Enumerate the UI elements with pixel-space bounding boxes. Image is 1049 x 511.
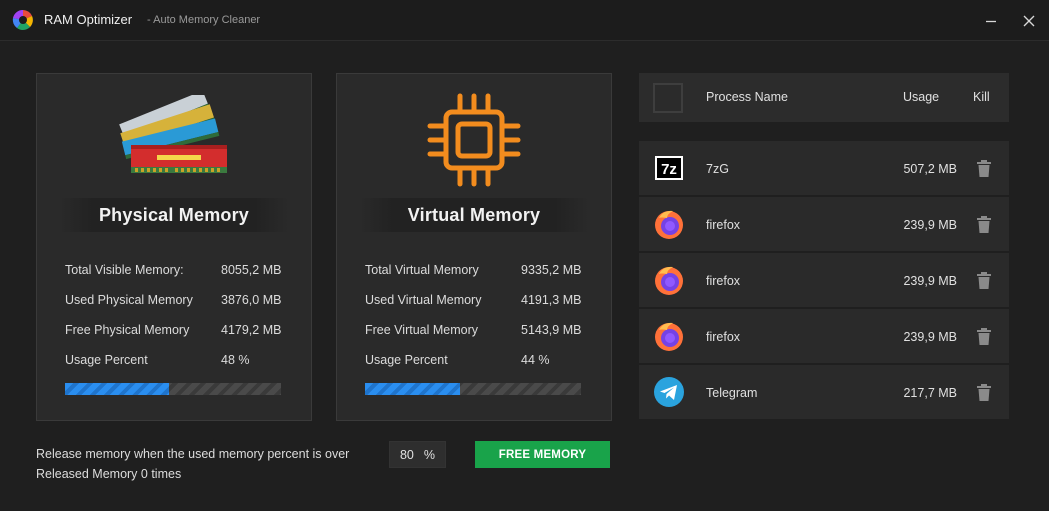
process-name: 7zG [706, 162, 729, 176]
minimize-button[interactable] [978, 8, 1004, 34]
process-usage: 507,2 MB [903, 162, 957, 176]
close-button[interactable] [1016, 8, 1042, 34]
ram-icon [119, 95, 227, 173]
title-bar: RAM Optimizer - Auto Memory Cleaner [0, 0, 1049, 41]
trash-icon[interactable] [976, 272, 992, 290]
physical-memory-heading: Physical Memory [59, 198, 289, 232]
free-physical-memory-value: 4179,2 MB [221, 323, 282, 337]
total-visible-memory-label: Total Visible Memory: [65, 263, 184, 277]
usage-header: Usage [903, 90, 940, 104]
process-list: 7z 7zG 507,2 MB firefox 239,9 MB firefox… [639, 141, 1009, 421]
physical-usage-progress-fill [65, 383, 169, 395]
threshold-value: 80 [399, 447, 414, 462]
process-name-header: Process Name [706, 90, 788, 104]
trash-icon[interactable] [976, 160, 992, 178]
process-table-header: Process Name Usage Kill [639, 73, 1009, 122]
released-count-label: Released Memory 0 times [36, 467, 182, 481]
used-virtual-memory-label: Used Virtual Memory [365, 293, 482, 307]
threshold-percent-input[interactable]: 80 % [389, 441, 446, 468]
free-memory-button[interactable]: FREE MEMORY [475, 441, 610, 468]
process-name: firefox [706, 274, 741, 288]
free-virtual-memory-label: Free Virtual Memory [365, 323, 478, 337]
firefox-icon [655, 322, 683, 351]
trash-icon[interactable] [976, 384, 992, 402]
virtual-usage-percent-value: 44 % [521, 353, 550, 367]
total-visible-memory-value: 8055,2 MB [221, 263, 282, 277]
firefox-icon [655, 266, 683, 295]
total-virtual-memory-value: 9335,2 MB [521, 263, 582, 277]
virtual-usage-progress-fill [365, 383, 461, 395]
cpu-image [337, 90, 611, 190]
trash-icon[interactable] [976, 328, 992, 346]
physical-usage-percent-label: Usage Percent [65, 353, 148, 367]
app-title: RAM Optimizer [44, 12, 133, 27]
process-usage: 239,9 MB [903, 274, 957, 288]
physical-usage-percent-value: 48 % [221, 353, 250, 367]
physical-usage-progress-bar [65, 383, 281, 395]
trash-icon[interactable] [976, 216, 992, 234]
virtual-usage-percent-label: Usage Percent [365, 353, 448, 367]
release-threshold-label: Release memory when the used memory perc… [36, 447, 350, 461]
process-row[interactable]: firefox 239,9 MB [639, 253, 1009, 308]
virtual-memory-card: Virtual Memory Total Virtual Memory 9335… [336, 73, 612, 421]
virtual-memory-heading: Virtual Memory [359, 198, 589, 232]
process-row[interactable]: firefox 239,9 MB [639, 309, 1009, 364]
svg-text:7z: 7z [661, 161, 677, 178]
process-row[interactable]: 7z 7zG 507,2 MB [639, 141, 1009, 196]
used-virtual-memory-value: 4191,3 MB [521, 293, 582, 307]
process-name: firefox [706, 330, 741, 344]
telegram-icon [654, 377, 684, 407]
virtual-usage-progress-bar [365, 383, 581, 395]
7zip-icon: 7z [655, 156, 683, 180]
process-row[interactable]: Telegram 217,7 MB [639, 365, 1009, 420]
free-virtual-memory-value: 5143,9 MB [521, 323, 582, 337]
process-usage: 217,7 MB [903, 386, 957, 400]
threshold-unit: % [423, 447, 436, 462]
used-physical-memory-value: 3876,0 MB [221, 293, 282, 307]
kill-header: Kill [973, 90, 990, 104]
used-physical-memory-label: Used Physical Memory [65, 293, 193, 307]
physical-memory-card: Physical Memory Total Visible Memory: 80… [36, 73, 312, 421]
ram-modules-image [37, 90, 311, 190]
total-virtual-memory-label: Total Virtual Memory [365, 263, 479, 277]
process-name: firefox [706, 218, 741, 232]
app-subtitle: - Auto Memory Cleaner [147, 14, 261, 26]
process-usage: 239,9 MB [903, 218, 957, 232]
firefox-icon [655, 210, 683, 239]
free-physical-memory-label: Free Physical Memory [65, 323, 190, 337]
app-logo-icon [12, 9, 33, 30]
process-row[interactable]: firefox 239,9 MB [639, 197, 1009, 252]
process-name: Telegram [706, 386, 758, 400]
cpu-icon [427, 93, 521, 187]
select-all-checkbox[interactable] [653, 83, 683, 113]
process-usage: 239,9 MB [903, 330, 957, 344]
